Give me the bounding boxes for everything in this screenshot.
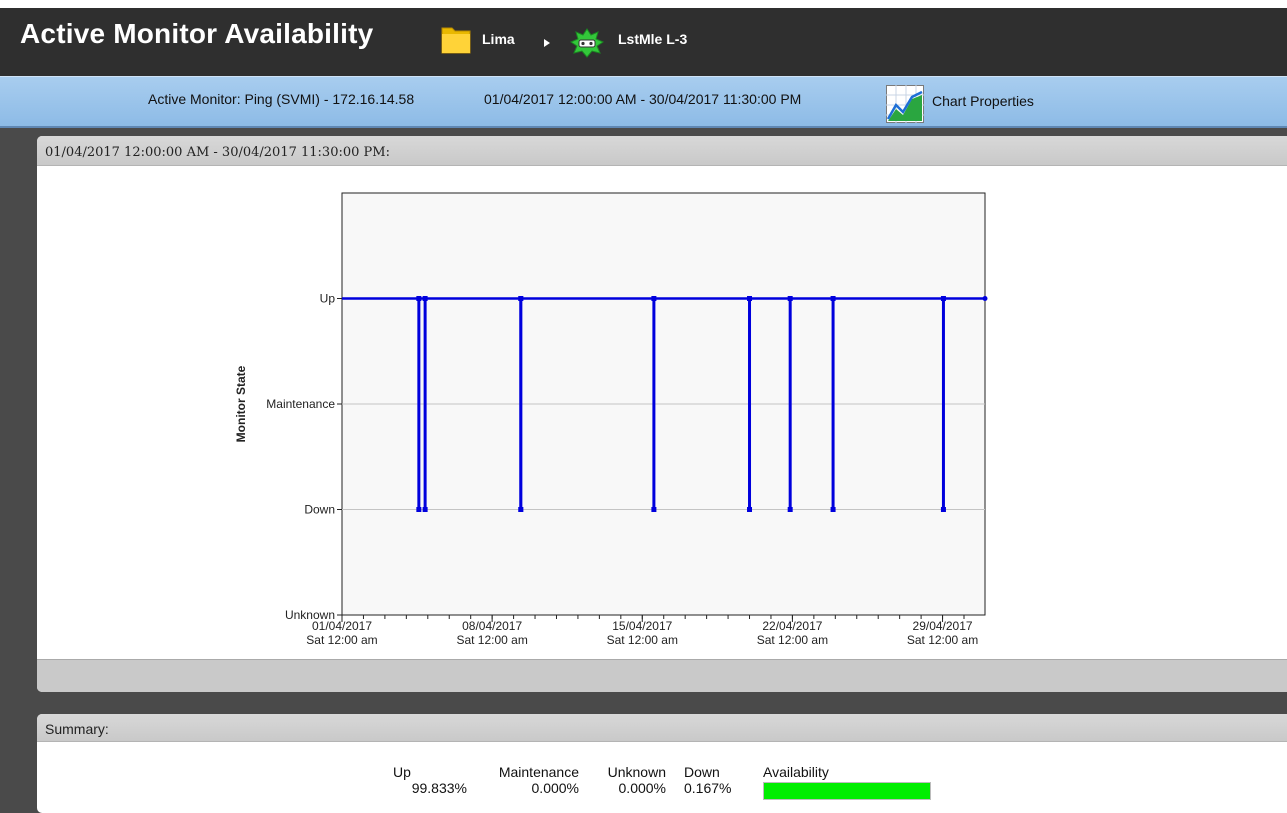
summary-down: Down 0.167%	[684, 764, 744, 796]
page-title: Active Monitor Availability	[20, 18, 374, 49]
up-event-marker	[416, 296, 422, 301]
down-event-marker	[747, 507, 753, 512]
x-tick-day: Sat 12:00 am	[757, 633, 828, 647]
x-tick-date: 08/04/2017	[462, 619, 522, 633]
down-event-marker	[651, 507, 657, 512]
chart-info-bar: Active Monitor: Ping (SVMI) - 172.16.14.…	[0, 76, 1287, 128]
down-event-bar	[417, 298, 421, 510]
up-label: Up	[393, 764, 411, 780]
up-event-marker	[787, 296, 793, 301]
down-event-bar	[652, 298, 656, 510]
chart-panel-heading-text: 01/04/2017 12:00:00 AM - 30/04/2017 11:3…	[45, 145, 390, 160]
chart-panel-heading: 01/04/2017 12:00:00 AM - 30/04/2017 11:3…	[37, 136, 1287, 166]
active-monitor-label: Active Monitor: Ping (SVMI) - 172.16.14.…	[148, 91, 415, 107]
down-event-bar	[941, 298, 945, 510]
up-event-marker	[422, 296, 428, 301]
x-tick-day: Sat 12:00 am	[306, 633, 377, 647]
down-event-bar	[423, 298, 427, 510]
unknown-value: 0.000%	[618, 780, 666, 796]
down-value: 0.167%	[684, 780, 732, 796]
y-tick-label: Maintenance	[266, 397, 335, 411]
down-event-marker	[416, 507, 422, 512]
breadcrumb-separator-icon	[544, 34, 550, 52]
breadcrumb-group[interactable]: Lima	[482, 31, 515, 47]
down-event-marker	[422, 507, 428, 512]
summary-up: Up 99.833%	[393, 764, 467, 796]
maintenance-value: 0.000%	[531, 780, 579, 796]
date-range-label: 01/04/2017 12:00:00 AM - 30/04/2017 11:3…	[484, 91, 802, 107]
folder-icon[interactable]	[440, 22, 472, 61]
availability-bar-fill	[764, 783, 930, 799]
availability-chart: UnknownDownMaintenanceUp 01/04/2017Sat 1…	[234, 192, 988, 647]
y-axis-label: Monitor State	[234, 365, 248, 442]
x-tick-day: Sat 12:00 am	[907, 633, 978, 647]
up-event-marker	[651, 296, 657, 301]
series-end-point	[982, 296, 988, 301]
breadcrumb-device[interactable]: LstMle L-3	[618, 31, 687, 47]
summary-heading: Summary:	[37, 714, 1287, 742]
device-status-icon[interactable]	[569, 28, 605, 63]
down-event-marker	[830, 507, 836, 512]
x-tick-date: 29/04/2017	[913, 619, 973, 633]
chart-properties-button[interactable]: Chart Properties	[932, 93, 1034, 109]
summary-heading-text: Summary:	[45, 721, 109, 737]
y-tick-label: Up	[320, 292, 336, 306]
chart-properties-icon[interactable]	[886, 85, 924, 128]
x-tick-date: 15/04/2017	[612, 619, 672, 633]
chart-panel: 01/04/2017 12:00:00 AM - 30/04/2017 11:3…	[37, 136, 1287, 692]
x-tick-day: Sat 12:00 am	[607, 633, 678, 647]
down-event-marker	[940, 507, 946, 512]
summary-panel: Summary: Up 99.833% Maintenance 0.000% U…	[37, 714, 1287, 813]
top-bar: Active Monitor Availability Lima LstMle …	[0, 0, 1287, 76]
down-event-bar	[788, 298, 792, 510]
up-event-marker	[940, 296, 946, 301]
availability-bar	[763, 782, 931, 800]
maintenance-label: Maintenance	[498, 764, 579, 780]
up-event-marker	[747, 296, 753, 301]
up-event-marker	[830, 296, 836, 301]
down-event-bar	[831, 298, 835, 510]
chart-panel-footer	[37, 659, 1287, 692]
workspace: 01/04/2017 12:00:00 AM - 30/04/2017 11:3…	[0, 128, 1287, 813]
y-tick-label: Down	[304, 503, 335, 517]
down-event-bar	[519, 298, 523, 510]
x-tick-date: 22/04/2017	[762, 619, 822, 633]
up-event-marker	[518, 296, 524, 301]
summary-maintenance: Maintenance 0.000%	[481, 764, 579, 796]
down-event-marker	[518, 507, 524, 512]
summary-availability: Availability	[763, 764, 933, 800]
up-value: 99.833%	[411, 780, 467, 796]
down-event-marker	[787, 507, 793, 512]
x-tick-day: Sat 12:00 am	[456, 633, 527, 647]
availability-label: Availability	[763, 764, 829, 780]
down-label: Down	[684, 764, 720, 780]
down-event-bar	[748, 298, 752, 510]
summary-unknown: Unknown 0.000%	[593, 764, 666, 796]
x-tick-date: 01/04/2017	[312, 619, 372, 633]
unknown-label: Unknown	[607, 764, 666, 780]
